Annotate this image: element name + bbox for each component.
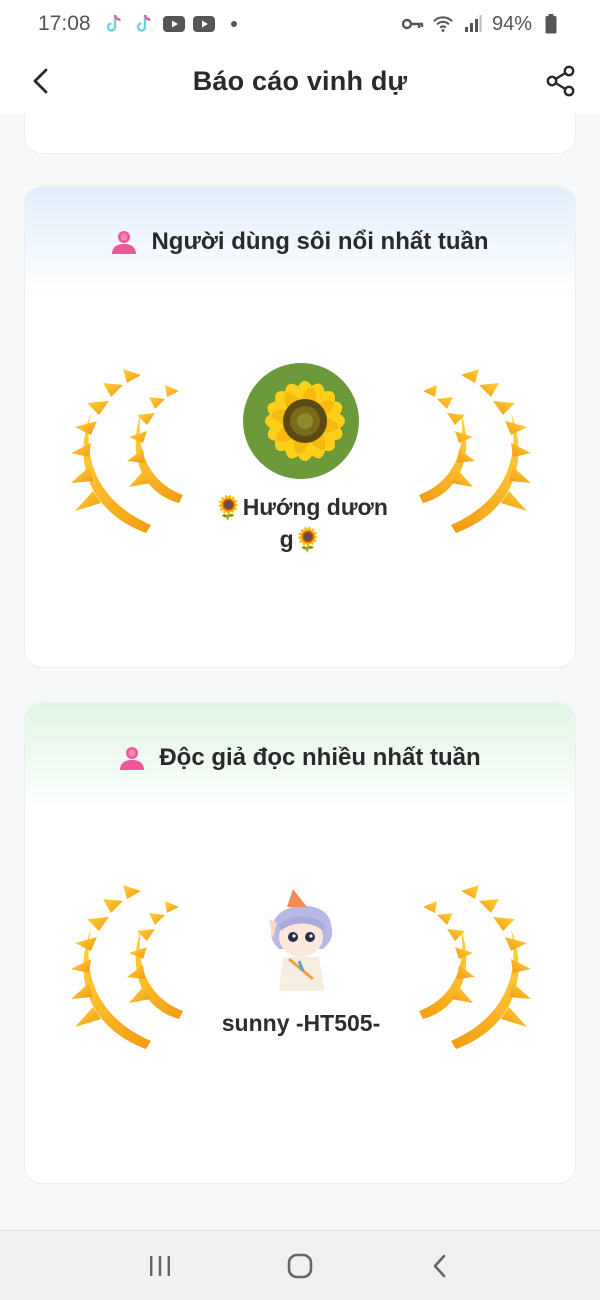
recent-apps-button[interactable] (140, 1246, 180, 1286)
card-header: Người dùng sôi nổi nhất tuần (25, 187, 575, 297)
back-button[interactable] (26, 66, 56, 96)
winner-name: 🌻Hướng dương🌻 (214, 494, 388, 552)
system-nav-bar (0, 1230, 600, 1300)
previous-card (24, 114, 576, 154)
share-icon (546, 65, 575, 97)
signal-icon (462, 13, 484, 35)
share-button[interactable] (544, 64, 578, 98)
card-title: Người dùng sôi nổi nhất tuần (151, 228, 489, 255)
laurel-left-icon (71, 885, 183, 1049)
status-bar: 17:08 94% (0, 0, 600, 48)
honor-report-content[interactable]: Người dùng sôi nổi nhất tuần 🌻Hướng dươn… (0, 114, 600, 1230)
recent-apps-icon (150, 1255, 170, 1276)
page-title: Báo cáo vinh dự (192, 65, 408, 96)
anime-character-avatar[interactable] (243, 879, 359, 995)
sunflower-avatar[interactable] (243, 363, 359, 479)
youtube-icon (162, 13, 185, 35)
dot-icon (223, 13, 245, 35)
top-reader-card: Độc giả đọc nhiều nhất tuần sunny -HT505… (24, 702, 576, 1184)
tiktok-icon (133, 13, 155, 35)
winner-name: sunny -HT505- (221, 1010, 381, 1036)
card-header: Độc giả đọc nhiều nhất tuần (25, 703, 575, 813)
battery-icon (540, 13, 562, 35)
award-block: 🌻Hướng dương🌻 (25, 353, 575, 573)
home-button[interactable] (280, 1246, 320, 1286)
back-icon (433, 1254, 446, 1277)
laurel-right-icon (419, 369, 531, 533)
system-back-button[interactable] (420, 1246, 460, 1286)
person-icon (119, 745, 145, 771)
laurel-left-icon (71, 369, 183, 533)
tiktok-icon (103, 13, 125, 35)
battery-percent: 94% (491, 12, 532, 35)
status-time: 17:08 (38, 12, 91, 35)
home-icon (287, 1253, 313, 1278)
card-title: Độc giả đọc nhiều nhất tuần (159, 744, 481, 771)
laurel-right-icon (419, 885, 531, 1049)
key-icon (401, 13, 424, 35)
wifi-icon (432, 13, 454, 35)
chevron-left-icon (33, 68, 48, 94)
person-icon (111, 229, 137, 255)
header: Báo cáo vinh dự (0, 48, 600, 114)
youtube-icon (192, 13, 215, 35)
award-block: sunny -HT505- (25, 869, 575, 1089)
most-active-user-card: Người dùng sôi nổi nhất tuần 🌻Hướng dươn… (24, 186, 576, 668)
